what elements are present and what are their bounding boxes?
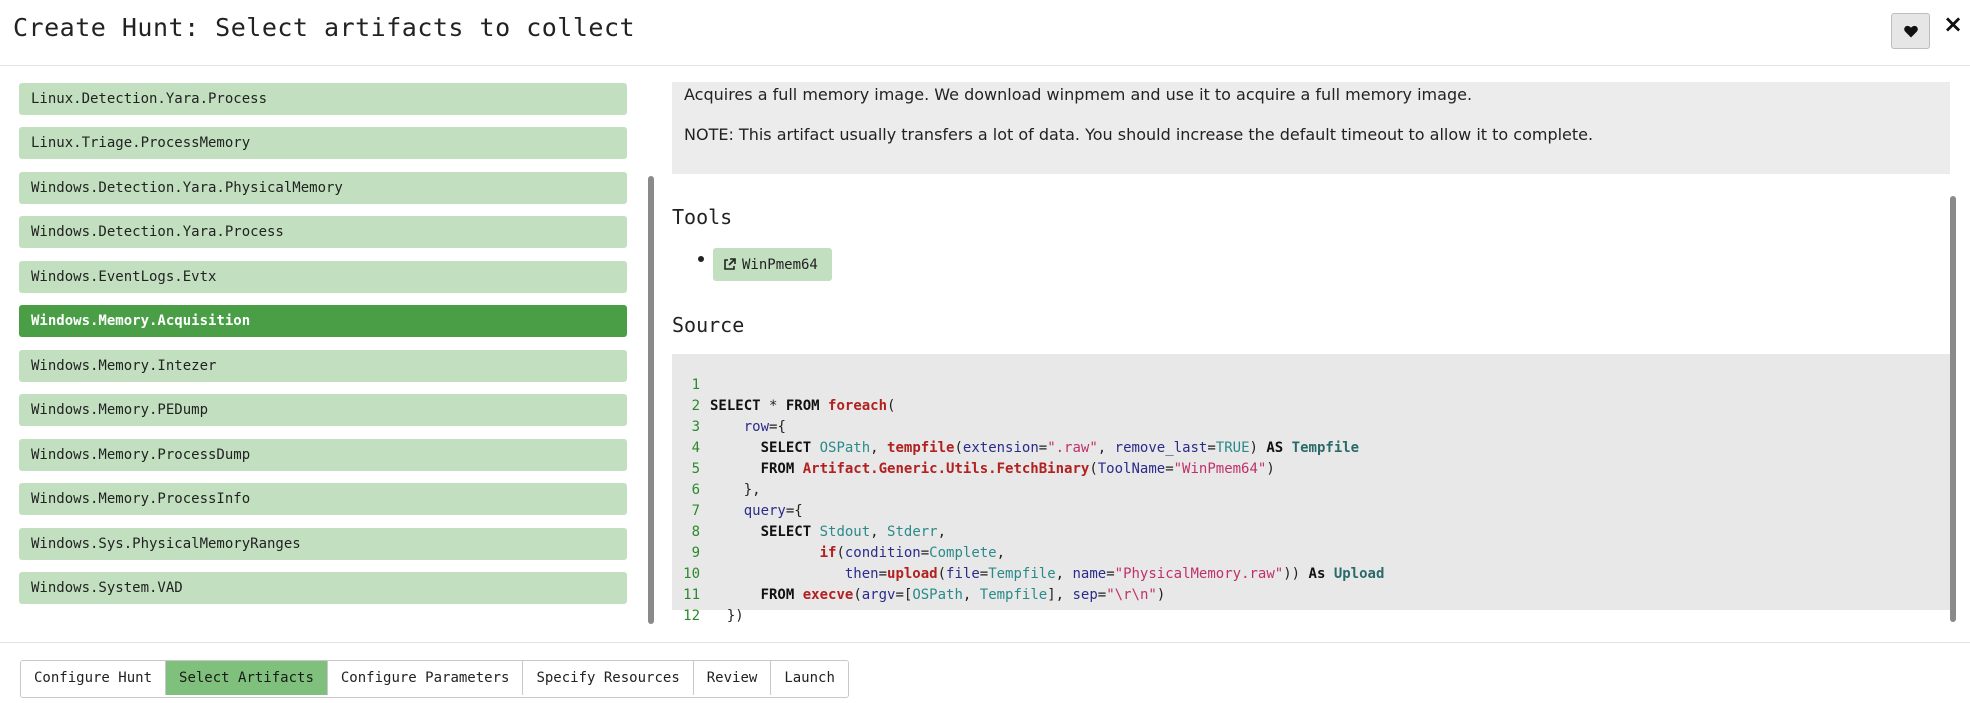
- artifact-item[interactable]: Windows.Sys.PhysicalMemoryRanges: [19, 528, 627, 560]
- artifact-item[interactable]: Linux.Detection.Yara.Process: [19, 83, 627, 115]
- code-line: 10 FROM execve(argv=[OSPath, Tempfile], …: [672, 543, 1950, 603]
- dialog-header: Create Hunt: Select artifacts to collect…: [0, 0, 1970, 66]
- artifact-item[interactable]: Windows.System.VAD: [19, 572, 627, 604]
- tab-configure-hunt[interactable]: Configure Hunt: [21, 661, 167, 695]
- artifact-item[interactable]: Windows.Memory.Intezer: [19, 350, 627, 382]
- line-number: 12: [683, 608, 700, 624]
- tab-select-artifacts[interactable]: Select Artifacts: [166, 661, 328, 695]
- artifact-description: Acquires a full memory image. We downloa…: [672, 82, 1950, 174]
- code-line: 9 then=upload(file=Tempfile, name="Physi…: [672, 522, 1950, 582]
- tool-label: WinPmem64: [742, 256, 818, 273]
- artifact-item[interactable]: Windows.Memory.PEDump: [19, 394, 627, 426]
- artifact-item-selected[interactable]: Windows.Memory.Acquisition: [19, 305, 627, 337]
- tool-link-winpmem64[interactable]: WinPmem64: [713, 248, 832, 281]
- code-line: 5 },: [672, 438, 1950, 498]
- artifact-item[interactable]: Windows.Detection.Yara.Process: [19, 216, 627, 248]
- tab-specify-resources[interactable]: Specify Resources: [523, 661, 694, 695]
- close-button[interactable]: ×: [1941, 10, 1965, 38]
- code-line: 11 }): [672, 564, 1950, 624]
- wizard-step-tabs: Configure Hunt Select Artifacts Configur…: [20, 660, 849, 698]
- artifact-list: Linux.Detection.Yara.Process Linux.Triag…: [19, 80, 627, 620]
- dialog-title: Create Hunt: Select artifacts to collect: [13, 13, 636, 42]
- favorite-button[interactable]: [1891, 13, 1930, 49]
- code-line: 7 SELECT Stdout, Stderr,: [672, 480, 1950, 540]
- artifact-item[interactable]: Windows.Detection.Yara.PhysicalMemory: [19, 172, 627, 204]
- code-line: 12: [672, 585, 1950, 624]
- tab-review[interactable]: Review: [693, 661, 772, 695]
- code-line: 2 row={: [672, 375, 1950, 435]
- description-paragraph: Acquires a full memory image. We downloa…: [684, 85, 1473, 104]
- artifact-item[interactable]: Linux.Triage.ProcessMemory: [19, 127, 627, 159]
- code-line: 6 query={: [672, 459, 1950, 519]
- external-link-icon: [724, 258, 736, 270]
- artifact-item[interactable]: Windows.Memory.ProcessInfo: [19, 483, 627, 515]
- source-heading: Source: [672, 313, 745, 337]
- code-line: 1 SELECT * FROM foreach(: [672, 354, 1950, 414]
- heart-icon: [1903, 25, 1918, 37]
- tools-heading: Tools: [672, 205, 733, 229]
- code-line: 8 if(condition=Complete,: [672, 501, 1950, 561]
- details-scrollbar[interactable]: [1950, 196, 1956, 622]
- code-line: 3 SELECT OSPath, tempfile(extension=".ra…: [672, 396, 1950, 456]
- description-note: NOTE: This artifact usually transfers a …: [684, 125, 1594, 144]
- tab-configure-parameters[interactable]: Configure Parameters: [327, 661, 524, 695]
- tab-launch[interactable]: Launch: [771, 661, 848, 695]
- source-code: 1 SELECT * FROM foreach( 2 row={ 3 SELEC…: [672, 354, 1950, 624]
- artifact-list-scrollbar[interactable]: [648, 176, 654, 624]
- list-bullet: [698, 256, 704, 262]
- artifact-item[interactable]: Windows.Memory.ProcessDump: [19, 439, 627, 471]
- code-line: 4 FROM Artifact.Generic.Utils.FetchBinar…: [672, 417, 1950, 477]
- artifact-item[interactable]: Windows.EventLogs.Evtx: [19, 261, 627, 293]
